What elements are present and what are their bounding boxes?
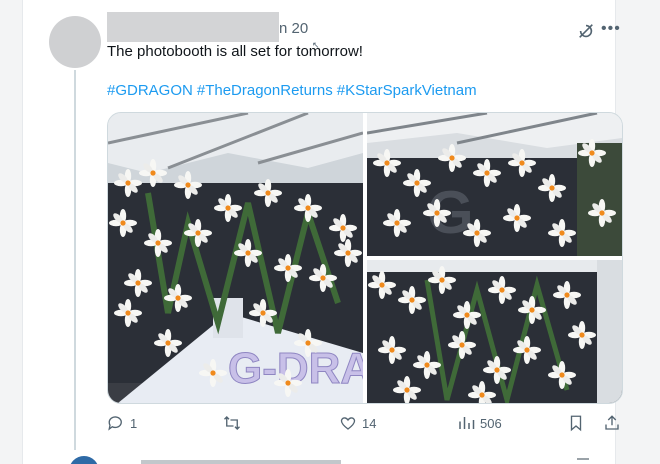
grok-icon[interactable] (577, 458, 589, 464)
views-button[interactable]: 506 (457, 414, 502, 432)
retweet-button[interactable] (223, 414, 246, 432)
bookmark-button[interactable] (567, 414, 585, 432)
photo-2[interactable]: G (367, 113, 622, 256)
reply-icon (108, 416, 122, 431)
like-button[interactable]: 14 (339, 414, 376, 432)
tweet-text: The photobooth is all set for tomorrow! (107, 43, 363, 60)
retweet-icon (224, 416, 240, 430)
avatar[interactable] (69, 456, 99, 464)
share-button[interactable] (603, 414, 621, 432)
more-icon[interactable]: ••• (601, 20, 621, 38)
action-bar: 1 14 506 (107, 414, 621, 438)
tweet-card[interactable]: n 20 ••• The photobooth is all set for t… (22, 0, 623, 464)
hashtag-link[interactable]: #TheDragonReturns (197, 82, 333, 99)
grok-icon[interactable] (577, 22, 595, 40)
redacted-next-header (141, 460, 341, 464)
reply-count: 1 (130, 415, 138, 431)
share-icon (605, 415, 619, 430)
photo-1[interactable]: G-DRA (108, 113, 363, 403)
hashtags: #GDRAGON #TheDragonReturns #KStarSparkViet… (107, 82, 481, 99)
hashtag-link[interactable]: #GDRAGON (107, 82, 193, 99)
views-icon (459, 417, 475, 429)
bookmark-icon (570, 415, 582, 432)
media-grid: G-DRA (107, 112, 623, 404)
reply-button[interactable]: 1 (107, 414, 137, 432)
post-date[interactable]: n 20 (279, 20, 308, 37)
next-tweet-preview (59, 456, 619, 464)
photo-3[interactable] (367, 260, 622, 403)
avatar[interactable] (49, 16, 101, 68)
thread-line (74, 70, 76, 450)
like-icon (340, 417, 356, 430)
cursor-mark: ↖ (312, 40, 320, 50)
like-count: 14 (362, 415, 377, 431)
redacted-author-name (107, 12, 279, 42)
view-count: 506 (480, 415, 502, 431)
hashtag-link[interactable]: #KStarSparkVietnam (337, 82, 477, 99)
